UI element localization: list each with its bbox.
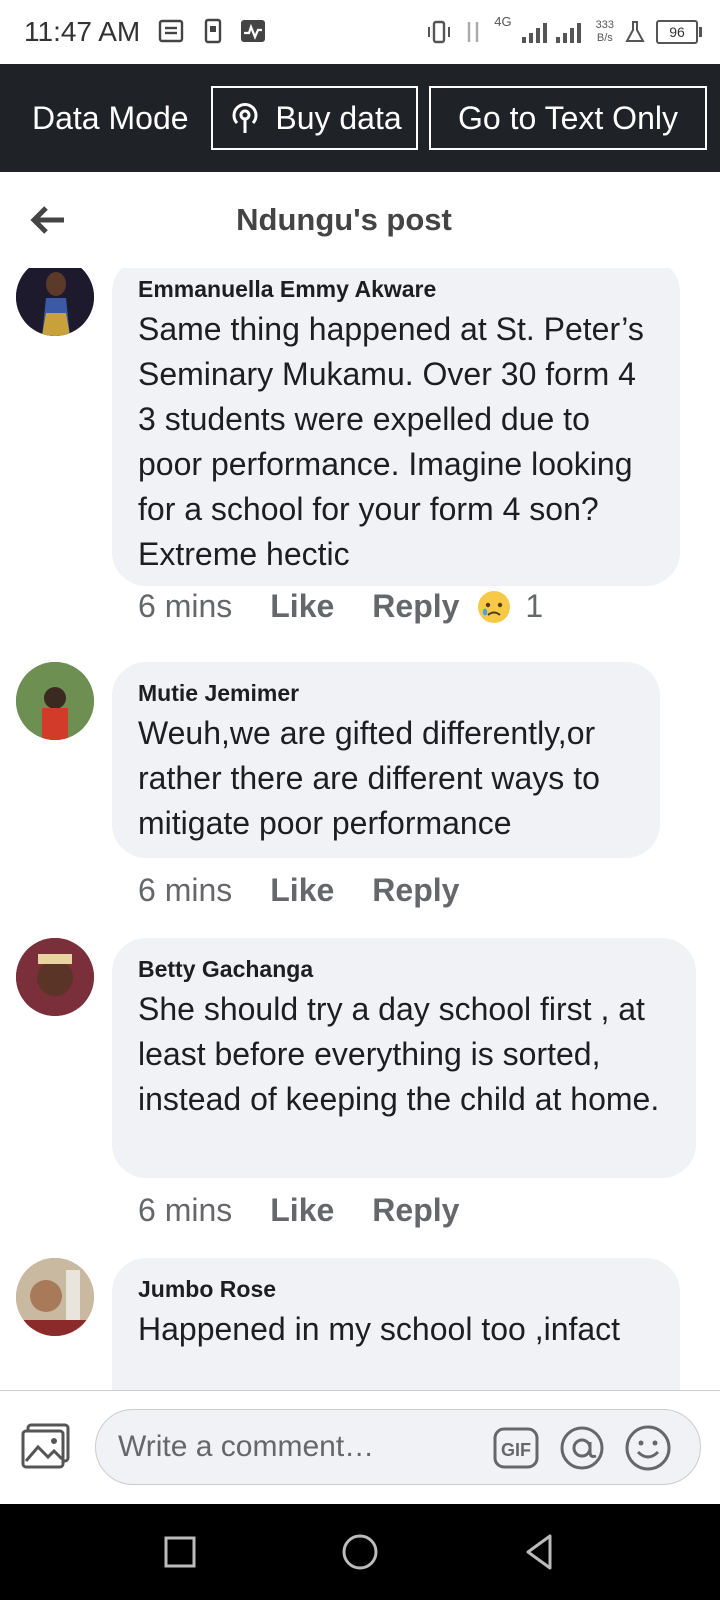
lab-icon	[625, 21, 645, 42]
avatar[interactable]	[16, 938, 94, 1016]
post-header: Ndungu's post	[0, 172, 720, 269]
comment-composer: Write a comment… GIF	[0, 1390, 720, 1505]
comment-text: Same thing happened at St. Peter’s Semin…	[138, 311, 644, 572]
comment-text: She should try a day school first , at l…	[138, 991, 660, 1117]
network-type-label: 4G	[494, 14, 512, 29]
vibrate-icon	[428, 20, 451, 44]
comment-meta: 6 mins Like Reply	[138, 1192, 497, 1229]
like-button[interactable]: Like	[270, 1192, 334, 1229]
emoji-icon[interactable]	[624, 1424, 672, 1472]
comment-placeholder: Write a comment…	[118, 1430, 375, 1463]
battery-icon: 96	[656, 20, 702, 44]
recents-icon[interactable]	[158, 1530, 202, 1574]
comment-author[interactable]: Emmanuella Emmy Akware	[138, 276, 654, 303]
gif-icon[interactable]: GIF	[492, 1424, 540, 1472]
status-time: 11:47 AM	[24, 16, 141, 47]
comment-text: Weuh,we are gifted differently,or rather…	[138, 715, 600, 841]
comment-input[interactable]: Write a comment… GIF	[95, 1409, 701, 1485]
comment-bubble: Betty Gachanga She should try a day scho…	[112, 938, 696, 1178]
activity-icon	[241, 20, 265, 42]
comment-time: 6 mins	[138, 588, 233, 624]
home-icon[interactable]	[338, 1530, 382, 1574]
reaction-count: 1	[525, 588, 544, 624]
reply-button[interactable]: Reply	[372, 1192, 459, 1229]
data-arrows-icon	[468, 22, 479, 42]
comment-bubble: Emmanuella Emmy Akware Same thing happen…	[112, 268, 680, 586]
comment-author[interactable]: Mutie Jemimer	[138, 680, 634, 707]
comment-meta: 6 mins Like Reply	[138, 872, 497, 909]
message-icon	[158, 19, 184, 43]
comments-feed[interactable]: Emmanuella Emmy Akware Same thing happen…	[0, 268, 720, 1390]
data-mode-bar: Data Mode Buy data Go to Text Only	[0, 64, 720, 172]
back-icon[interactable]	[518, 1530, 562, 1574]
photo-icon[interactable]	[20, 1421, 72, 1471]
like-button[interactable]: Like	[270, 588, 334, 625]
reply-button[interactable]: Reply	[372, 588, 459, 625]
system-nav-bar	[0, 1504, 720, 1600]
comment-time: 6 mins	[138, 1192, 233, 1228]
signal-icon	[521, 23, 581, 43]
text-only-button[interactable]: Go to Text Only	[429, 86, 707, 150]
comment-author[interactable]: Jumbo Rose	[138, 1276, 654, 1303]
avatar[interactable]	[16, 662, 94, 740]
text-only-label: Go to Text Only	[458, 99, 678, 136]
reply-button[interactable]: Reply	[372, 872, 459, 909]
like-button[interactable]: Like	[270, 872, 334, 909]
avatar[interactable]	[16, 268, 94, 336]
mention-icon[interactable]	[558, 1424, 606, 1472]
reaction-summary[interactable]: 1	[477, 588, 543, 625]
network-speed: 333 B/s	[595, 19, 614, 44]
page-title: Ndungu's post	[236, 202, 452, 237]
comment-meta: 6 mins Like Reply 1	[138, 588, 543, 625]
buy-data-label: Buy data	[275, 99, 402, 136]
broadcast-icon	[232, 103, 258, 133]
comment-time: 6 mins	[138, 872, 233, 908]
buy-data-button[interactable]: Buy data	[211, 86, 418, 150]
svg-text:GIF: GIF	[501, 1440, 531, 1460]
comment-bubble: Mutie Jemimer Weuh,we are gifted differe…	[112, 662, 660, 858]
status-bar: 11:47 AM 4G 333 B/s 96	[0, 0, 720, 64]
data-mode-label: Data Mode	[32, 100, 189, 136]
avatar[interactable]	[16, 1258, 94, 1336]
comment-bubble: Jumbo Rose Happened in my school too ,in…	[112, 1258, 680, 1390]
sim-icon	[204, 18, 222, 44]
sad-reaction-icon	[478, 590, 511, 623]
comment-text: Happened in my school too ,infact	[138, 1311, 621, 1347]
comment-author[interactable]: Betty Gachanga	[138, 956, 670, 983]
